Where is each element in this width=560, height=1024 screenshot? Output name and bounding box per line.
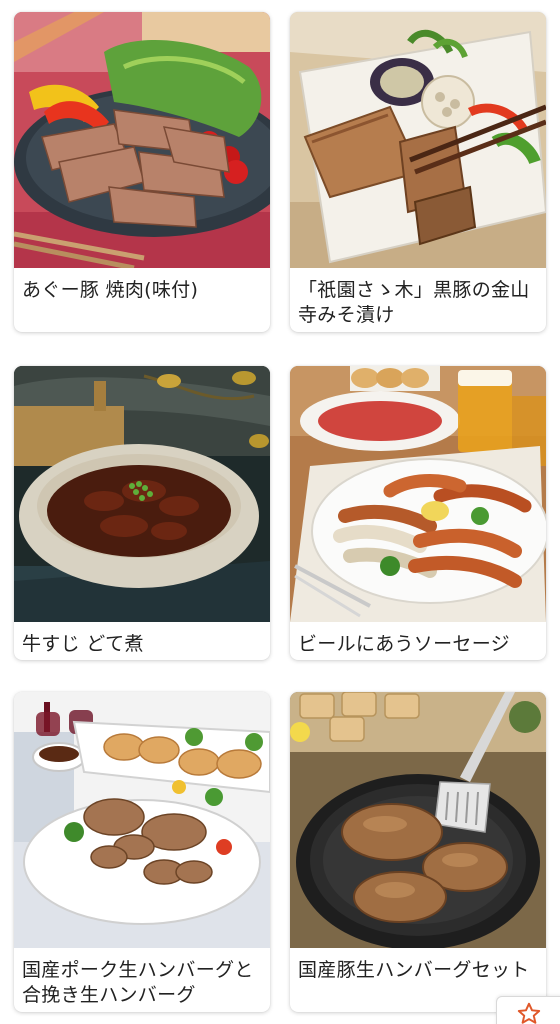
star-icon (517, 1002, 541, 1024)
product-grid: あぐー豚 焼肉(味付) 「祇園さゝ木」黒豚の金山寺みそ漬け 牛すじ どて煮 ビー… (14, 12, 546, 1012)
favorite-button[interactable] (496, 996, 560, 1024)
product-grid-page: あぐー豚 焼肉(味付) 「祇園さゝ木」黒豚の金山寺みそ漬け 牛すじ どて煮 ビー… (0, 0, 560, 1024)
product-name: あぐー豚 焼肉(味付) (22, 279, 199, 301)
product-card[interactable]: 国産ポーク生ハンバーグと合挽き生ハンバーグ (14, 692, 270, 1012)
product-name: 「祇園さゝ木」黒豚の金山寺みそ漬け (298, 279, 530, 326)
hamburg-platter-image (14, 692, 270, 948)
product-card[interactable]: 国産豚生ハンバーグセット (290, 692, 546, 1012)
product-card[interactable]: ビールにあうソーセージ (290, 366, 546, 660)
product-name: 牛すじ どて煮 (22, 633, 144, 655)
hamburg-pan-image (290, 692, 546, 948)
product-name: ビールにあうソーセージ (298, 633, 510, 655)
product-card[interactable]: あぐー豚 焼肉(味付) (14, 12, 270, 332)
beef-tendon-stew-image (14, 366, 270, 622)
grilled-pork-plate-image (14, 12, 270, 268)
product-card[interactable]: 「祇園さゝ木」黒豚の金山寺みそ漬け (290, 12, 546, 332)
product-card[interactable]: 牛すじ どて煮 (14, 366, 270, 660)
product-name: 国産ポーク生ハンバーグと合挽き生ハンバーグ (22, 959, 254, 1006)
sausage-platter-image (290, 366, 546, 622)
product-name: 国産豚生ハンバーグセット (298, 959, 530, 981)
miso-pork-plate-image (290, 12, 546, 268)
